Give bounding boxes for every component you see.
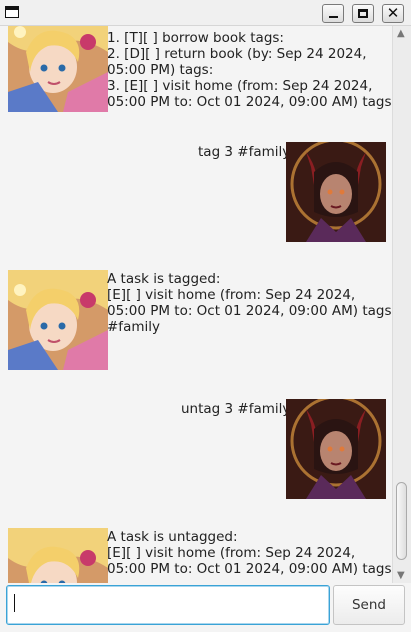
maximize-button[interactable] bbox=[352, 4, 374, 23]
user-dialog: tag 3 #family bbox=[0, 142, 392, 242]
bot-avatar bbox=[8, 528, 108, 583]
window-app-icon bbox=[5, 6, 19, 18]
message-input[interactable] bbox=[6, 585, 330, 625]
window-titlebar: ✕ bbox=[0, 0, 411, 26]
user-avatar bbox=[286, 142, 386, 242]
user-message-text: untag 3 #family bbox=[181, 401, 291, 417]
minimize-button[interactable] bbox=[322, 4, 344, 23]
send-button[interactable]: Send bbox=[333, 585, 405, 625]
input-bar: Send bbox=[0, 583, 411, 632]
chat-scrollbar[interactable]: ▲ ▼ bbox=[392, 26, 411, 583]
bot-message-text: A task is tagged: [E][ ] visit home (fro… bbox=[107, 271, 392, 335]
bot-avatar bbox=[8, 270, 108, 370]
user-avatar bbox=[286, 399, 386, 499]
scroll-up-icon[interactable]: ▲ bbox=[397, 28, 405, 39]
text-caret bbox=[14, 594, 15, 612]
minimize-icon bbox=[329, 16, 338, 18]
bot-dialog: A task is untagged: [E][ ] visit home (f… bbox=[0, 528, 392, 583]
bot-dialog: 1. [T][ ] borrow book tags: 2. [D][ ] re… bbox=[0, 26, 392, 112]
scrollbar-thumb[interactable] bbox=[396, 482, 407, 560]
chat-scroll-pane[interactable]: 1. [T][ ] borrow book tags: 2. [D][ ] re… bbox=[0, 26, 392, 583]
user-dialog: untag 3 #family bbox=[0, 399, 392, 499]
bot-message-text: A task is untagged: [E][ ] visit home (f… bbox=[107, 529, 392, 577]
maximize-icon bbox=[358, 9, 368, 18]
bot-avatar bbox=[8, 26, 108, 112]
bot-dialog: A task is tagged: [E][ ] visit home (fro… bbox=[0, 270, 392, 370]
close-icon: ✕ bbox=[386, 4, 400, 22]
close-button[interactable]: ✕ bbox=[382, 4, 404, 23]
user-message-text: tag 3 #family bbox=[198, 144, 291, 160]
scroll-down-icon[interactable]: ▼ bbox=[397, 570, 405, 581]
bot-message-text: 1. [T][ ] borrow book tags: 2. [D][ ] re… bbox=[107, 30, 392, 110]
